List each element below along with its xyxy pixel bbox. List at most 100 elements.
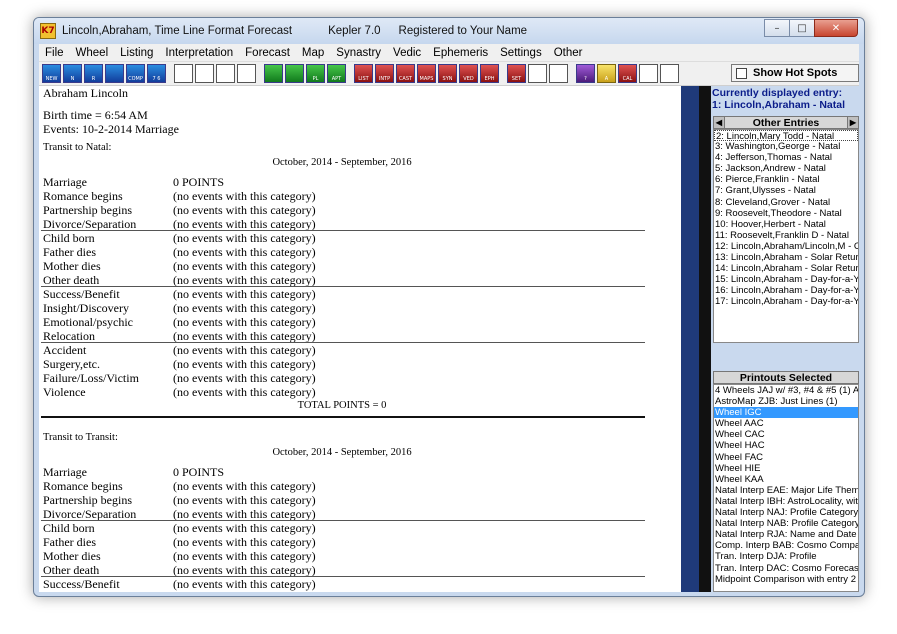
menu-forecast[interactable]: Forecast [239, 47, 296, 59]
other-entry-item[interactable]: 2: Lincoln,Mary Todd - Natal [714, 130, 858, 142]
printout-item[interactable]: Natal Interp RJA: Name and Date [714, 529, 858, 540]
other-entry-item[interactable]: 11: Roosevelt,Franklin D - Natal [714, 230, 858, 241]
panel-divider[interactable] [699, 86, 711, 592]
other-entry-item[interactable]: 5: Jackson,Andrew - Natal [714, 163, 858, 174]
list-icon[interactable]: LIST [354, 64, 373, 83]
event-category: Father dies [43, 535, 96, 549]
email-icon[interactable] [237, 64, 256, 83]
r-wheel-icon[interactable]: R [84, 64, 103, 83]
other-entry-item[interactable]: 9: Roosevelt,Theodore - Natal [714, 208, 858, 219]
forecast-icon[interactable]: CAST [396, 64, 415, 83]
menu-map[interactable]: Map [296, 47, 330, 59]
comp-icon[interactable]: COMP [126, 64, 145, 83]
other-entries-title: Other Entries [752, 116, 820, 129]
other-entry-item[interactable]: 14: Lincoln,Abraham - Solar Return [714, 263, 858, 274]
printout-item[interactable]: Wheel CAC [714, 429, 858, 440]
printout-item[interactable]: Natal Interp EAE: Major Life Themes [714, 485, 858, 496]
printout-item[interactable]: Wheel AAC [714, 418, 858, 429]
menu-interpretation[interactable]: Interpretation [159, 47, 239, 59]
menu-synastry[interactable]: Synastry [330, 47, 387, 59]
printouts-list[interactable]: 4 Wheels JAJ w/ #3, #4 & #5 (1) AA AstroM… [713, 384, 859, 592]
printout-item[interactable]: Tran. Interp DJA: Profile [714, 551, 858, 562]
ephemeris-icon[interactable]: EPH [480, 64, 499, 83]
title-bar[interactable]: K7 Lincoln,Abraham, Time Line Format For… [34, 18, 864, 44]
printout-item[interactable]: Comp. Interp BAB: Cosmo Compatib [714, 540, 858, 551]
printout-item[interactable]: Midpoint Comparison with entry 2 [714, 574, 858, 585]
events-line: Events: 10-2-2014 Marriage [43, 122, 179, 136]
show-hot-spots-checkbox[interactable]: Show Hot Spots [731, 64, 859, 82]
printout-item[interactable]: Tran. Interp DAC: Cosmo Forecast [714, 563, 858, 574]
calendar-icon[interactable]: CAL [618, 64, 637, 83]
other-entry-item[interactable]: 16: Lincoln,Abraham - Day-for-a-Yea [714, 285, 858, 296]
toolbar-buttons: NEW N R COMP 7 6 PL APT LIST INTP CAST MAPS SYN VED E… [42, 64, 681, 83]
printout-item[interactable]: Wheel KAA [714, 474, 858, 485]
printout-item[interactable]: Natal Interp NAJ: Profile Category S [714, 507, 858, 518]
event-value: (no events with this category) [173, 245, 316, 259]
interp-icon[interactable]: INTP [375, 64, 394, 83]
lesson-icon[interactable]: A [597, 64, 616, 83]
close-button[interactable]: ✕ [814, 19, 858, 37]
zoom-out-icon[interactable] [660, 64, 679, 83]
other-entry-item[interactable]: 7: Grant,Ulysses - Natal [714, 185, 858, 196]
n-wheel-icon[interactable]: N [63, 64, 82, 83]
checkbox-box[interactable] [736, 67, 747, 79]
aspect-icon[interactable]: APT [327, 64, 346, 83]
other-entry-item[interactable]: 4: Jefferson,Thomas - Natal [714, 152, 858, 163]
other-entry-item[interactable]: 17: Lincoln,Abraham - Day-for-a-Yea [714, 296, 858, 307]
printout-item[interactable]: Wheel HAC [714, 440, 858, 451]
other-entry-item[interactable]: 12: Lincoln,Abraham/Lincoln,M - Co [714, 241, 858, 252]
printout-item[interactable]: Wheel HIE [714, 463, 858, 474]
menu-ephemeris[interactable]: Ephemeris [427, 47, 494, 59]
scroll-left-icon[interactable]: ◀ [714, 117, 725, 128]
section-period: October, 2014 - September, 2016 [272, 447, 412, 458]
print-icon[interactable] [216, 64, 235, 83]
other-entry-item[interactable]: 6: Pierce,Franklin - Natal [714, 174, 858, 185]
quick-icon[interactable]: 7 6 [147, 64, 166, 83]
printout-item[interactable]: Natal Interp NAB: Profile Category S [714, 518, 858, 529]
other-entry-item[interactable]: 3: Washington,George - Natal [714, 141, 858, 152]
scroll-right-icon[interactable]: ▶ [847, 117, 858, 128]
maps-icon[interactable]: MAPS [417, 64, 436, 83]
app-logo-icon: K7 [40, 23, 56, 39]
maximize-button[interactable]: □ [789, 19, 815, 37]
other-entry-item[interactable]: 10: Hoover,Herbert - Natal [714, 219, 858, 230]
printout-item[interactable]: Natal Interp IBH: AstroLocality, with [714, 496, 858, 507]
help-icon[interactable]: ? [576, 64, 595, 83]
window-controls: – □ ✕ [764, 19, 858, 37]
map-chart-icon[interactable] [105, 64, 124, 83]
event-category: Child born [43, 521, 95, 535]
menu-vedic[interactable]: Vedic [387, 47, 427, 59]
wheel-icon[interactable] [264, 64, 283, 83]
event-value: (no events with this category) [173, 521, 316, 535]
open-icon[interactable] [174, 64, 193, 83]
settings-icon[interactable]: SET [507, 64, 526, 83]
bi-wheel-icon[interactable] [285, 64, 304, 83]
menu-listing[interactable]: Listing [114, 47, 159, 59]
menu-settings[interactable]: Settings [494, 47, 548, 59]
vedic-icon[interactable]: VED [459, 64, 478, 83]
forecast-report[interactable]: Abraham Lincoln Birth time = 6:54 AM Eve… [39, 86, 681, 592]
other-entries-list[interactable]: 2: Lincoln,Mary Todd - Natal 3: Washingto… [713, 129, 859, 343]
event-value: (no events with this category) [173, 357, 316, 371]
zoom-in-icon[interactable] [639, 64, 658, 83]
printout-item[interactable]: Wheel FAC [714, 452, 858, 463]
other-entries-header: ◀ Other Entries ▶ [713, 116, 859, 129]
other-entry-item[interactable]: 8: Cleveland,Grover - Natal [714, 197, 858, 208]
synastry-icon[interactable]: SYN [438, 64, 457, 83]
other-entry-item[interactable]: 15: Lincoln,Abraham - Day-for-a-Yea [714, 274, 858, 285]
timer-icon[interactable] [549, 64, 568, 83]
minimize-button[interactable]: – [764, 19, 790, 37]
save-icon[interactable] [195, 64, 214, 83]
menu-wheel[interactable]: Wheel [70, 47, 115, 59]
clock-icon[interactable] [528, 64, 547, 83]
printout-item[interactable]: AstroMap ZJB: Just Lines (1) [714, 396, 858, 407]
new-chart-icon[interactable]: NEW [42, 64, 61, 83]
other-entry-item[interactable]: 13: Lincoln,Abraham - Solar Return [714, 252, 858, 263]
menu-file[interactable]: File [39, 47, 70, 59]
printout-item[interactable]: 4 Wheels JAJ w/ #3, #4 & #5 (1) AA [714, 385, 858, 396]
planet-list-icon[interactable]: PL [306, 64, 325, 83]
menu-other[interactable]: Other [548, 47, 589, 59]
group-divider [41, 576, 645, 577]
printout-item[interactable]: Wheel IGC [714, 407, 858, 419]
report-scrollbar[interactable] [681, 86, 699, 592]
